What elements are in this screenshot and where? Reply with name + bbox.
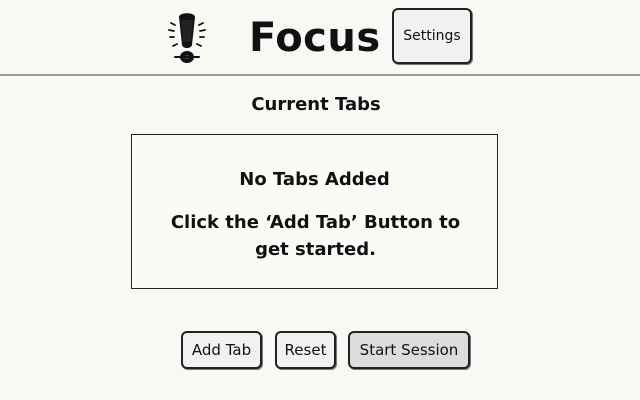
current-tabs-heading: Current Tabs [251,94,381,115]
reset-button[interactable]: Reset [275,331,336,369]
exclamation-icon [168,13,206,63]
empty-state-hint: Click the ‘Add Tab’ Button to get starte… [170,212,461,260]
start-session-button[interactable]: Start Session [348,331,470,369]
app-title: Focus [249,15,381,61]
add-tab-button[interactable]: Add Tab [181,331,262,369]
settings-button[interactable]: Settings [392,8,472,64]
header: Focus Settings [0,0,640,76]
empty-state-title: No Tabs Added [239,169,390,190]
tabs-list: No Tabs Added Click the ‘Add Tab’ Button… [131,134,498,289]
focus-popup: Focus Settings Current Tabs No Tabs Adde… [0,0,640,400]
